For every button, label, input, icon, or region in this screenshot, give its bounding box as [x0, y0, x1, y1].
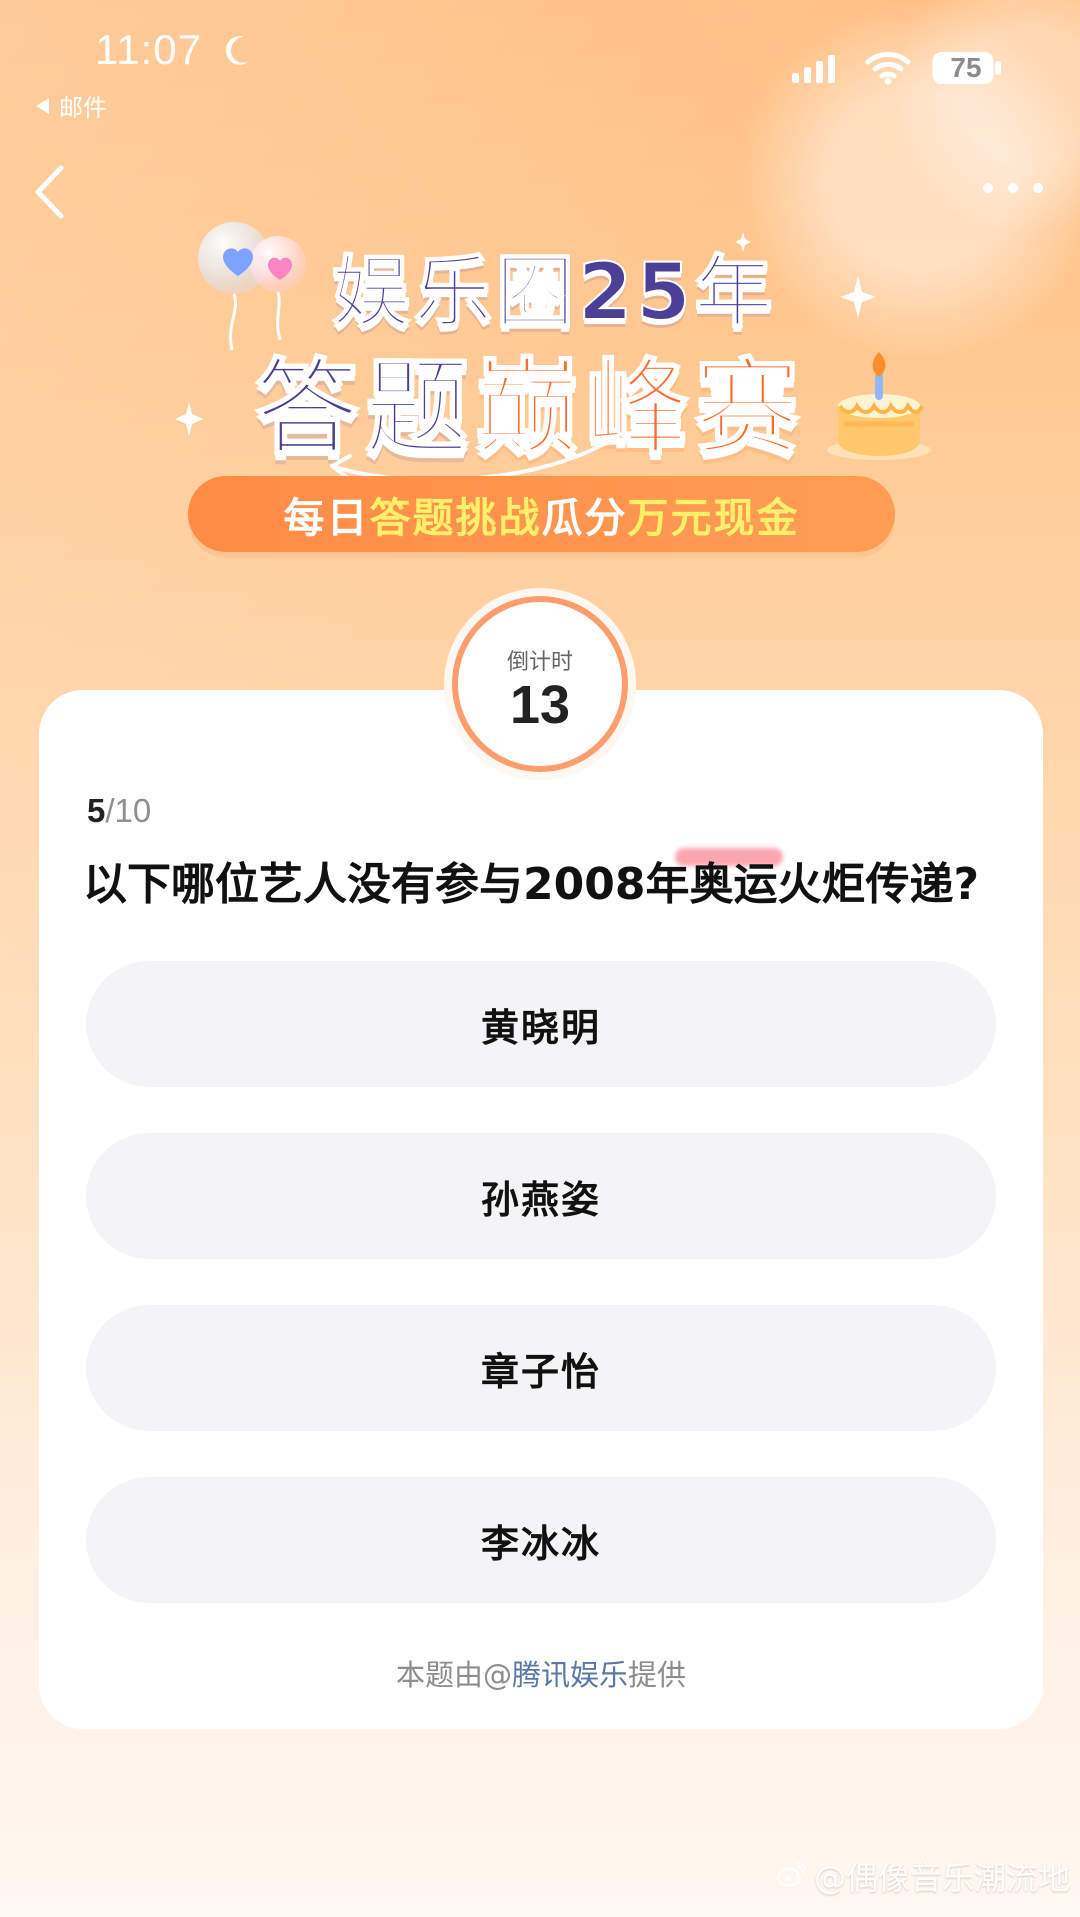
progress-total: /10	[105, 792, 152, 829]
source-prefix: 本题由@	[395, 1658, 512, 1692]
question-source-note: 本题由@腾讯娱乐提供	[39, 1652, 1043, 1694]
banner: 娱乐圈25年 答题 巅峰赛 每日 答题挑战 瓜分 万元现金	[0, 0, 1080, 620]
watermark-text: @偶像音乐潮流地	[813, 1859, 1070, 1897]
weibo-icon	[776, 1862, 806, 1887]
watermark: @偶像音乐潮流地	[776, 1853, 1070, 1899]
answer-options: 黄晓明 孙燕姿 章子怡 李冰冰	[86, 961, 996, 1649]
countdown-label: 倒计时	[506, 650, 573, 675]
sparkle-icon	[840, 276, 876, 318]
question-text: 以下哪位艺人没有参与2008年奥运火炬传递?	[83, 859, 979, 910]
challenge-subtitle-text: 每日 答题挑战 瓜分 万元现金	[284, 484, 800, 544]
subtitle-part-4: 万元现金	[627, 494, 800, 542]
answer-option-3[interactable]: 章子怡	[86, 1305, 996, 1431]
subtitle-part-3: 瓜分	[541, 494, 628, 542]
sparkle-icon	[175, 402, 203, 436]
subtitle-part-2: 答题挑战	[369, 494, 542, 542]
progress-current: 5	[87, 792, 106, 829]
quiz-card: 5/10 以下哪位艺人没有参与2008年奥运火炬传递? 黄晓明 孙燕姿 章子怡 …	[39, 690, 1043, 1729]
answer-option-1[interactable]: 黄晓明	[86, 961, 996, 1087]
subtitle-part-1: 每日	[283, 494, 370, 542]
question-progress: 5/10	[87, 792, 151, 830]
cake-icon	[827, 352, 931, 460]
answer-option-4[interactable]: 李冰冰	[86, 1477, 996, 1603]
countdown-timer: 倒计时 13	[452, 596, 628, 772]
countdown-value: 13	[509, 675, 571, 735]
sparkle-icon	[735, 232, 751, 252]
source-suffix: 提供	[628, 1658, 687, 1692]
answer-option-2[interactable]: 孙燕姿	[86, 1133, 996, 1259]
challenge-subtitle: 每日 答题挑战 瓜分 万元现金	[188, 476, 895, 552]
source-name-link[interactable]: 腾讯娱乐	[512, 1658, 628, 1692]
